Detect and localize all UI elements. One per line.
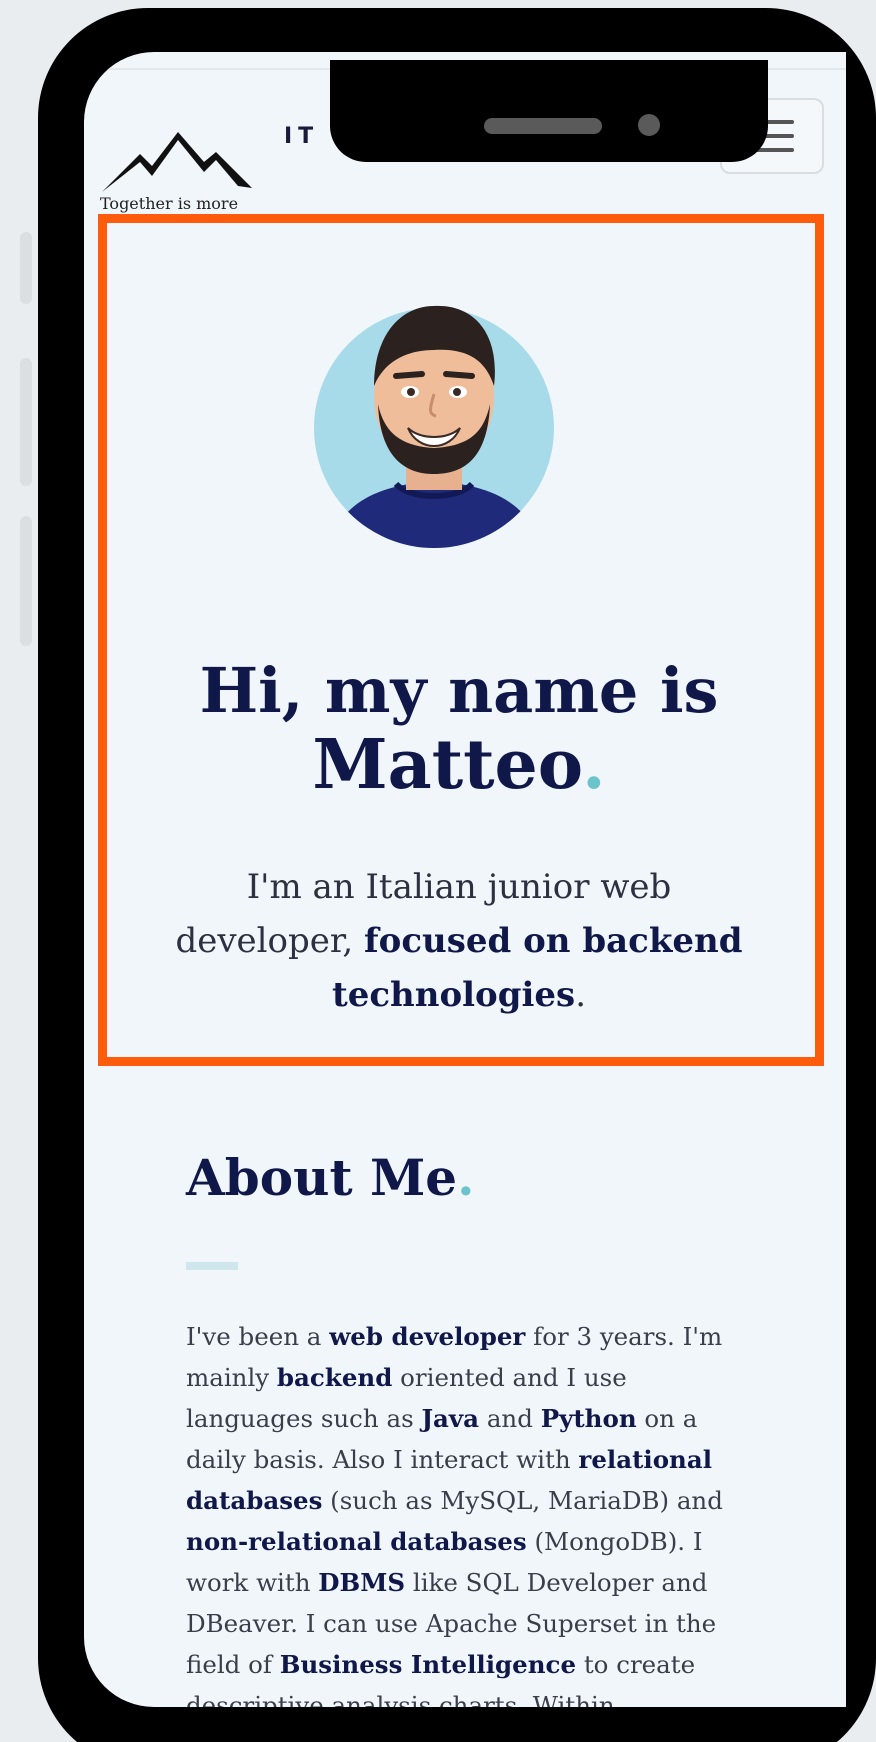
phone-screen: Together is more IT Hi, my name is Matte… (84, 52, 846, 1707)
phone-notch (330, 60, 768, 162)
mountain-logo-icon (102, 132, 252, 192)
hero-name-line: Matteo. (128, 728, 790, 802)
about-keyword: Business Intelligence (279, 1650, 577, 1679)
about-keyword: DBMS (318, 1568, 406, 1597)
volume-up-button (20, 358, 32, 486)
front-camera (638, 114, 660, 136)
about-text: I've been a (186, 1322, 330, 1351)
about-title: About Me (186, 1148, 458, 1207)
hero-subtitle: I'm an Italian junior web developer, foc… (168, 860, 750, 1022)
about-keyword: backend (276, 1363, 393, 1392)
section-divider (186, 1262, 238, 1270)
about-keyword: Java (421, 1404, 480, 1433)
about-keyword: non-relational databases (186, 1527, 527, 1556)
hero-name: Matteo (312, 725, 582, 805)
logo-tagline: Together is more (100, 194, 239, 213)
about-keyword: Python (540, 1404, 637, 1433)
brand-text[interactable]: IT (284, 124, 319, 149)
about-text: and (479, 1404, 541, 1433)
hero-greeting: Hi, my name is (199, 654, 719, 727)
about-paragraph: I've been a web developer for 3 years. I… (186, 1316, 746, 1707)
hero-subtitle-bold: focused on backend technologies (331, 921, 743, 1015)
accent-dot: . (581, 725, 606, 805)
about-text: (such as MySQL, MariaDB) and (322, 1486, 723, 1515)
accent-dot: . (457, 1148, 475, 1207)
site-logo[interactable]: Together is more (100, 96, 266, 220)
hero-heading: Hi, my name is Matteo. (128, 654, 790, 802)
mute-switch (20, 232, 32, 304)
volume-down-button (20, 516, 32, 646)
about-keyword: web developer (329, 1322, 526, 1351)
speaker-grille (484, 118, 602, 134)
device-mockup: Together is more IT Hi, my name is Matte… (0, 0, 876, 1742)
hero-subtitle-end: . (575, 975, 587, 1015)
avatar (314, 305, 554, 548)
about-heading: About Me. (186, 1148, 475, 1207)
